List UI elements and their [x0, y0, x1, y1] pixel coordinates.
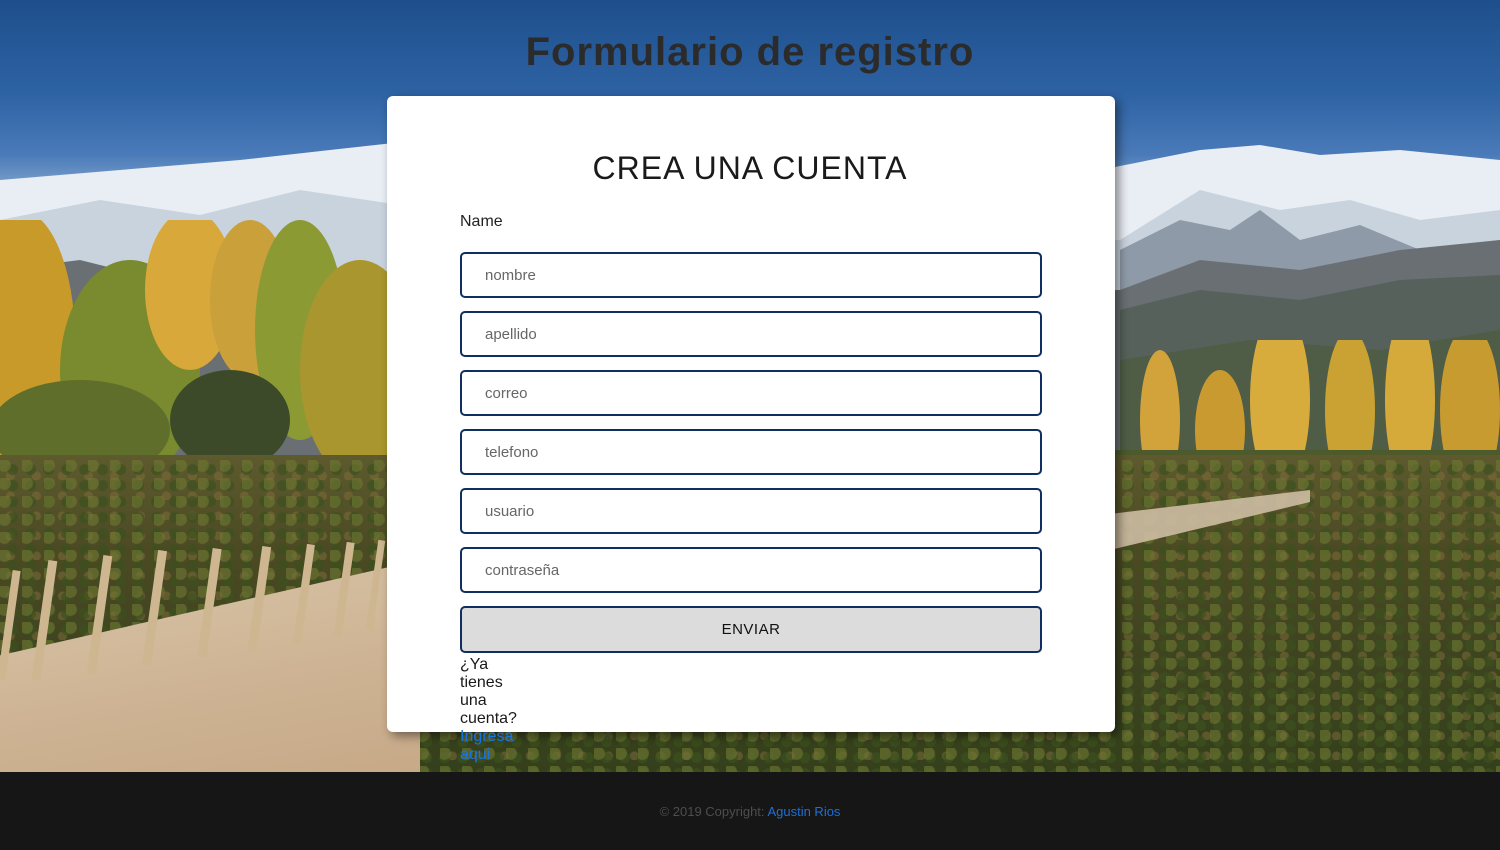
form-heading: CREA UNA CUENTA: [592, 150, 908, 186]
login-prompt-line: ¿Ya tienes una cuenta? Ingresa aqui: [460, 656, 517, 764]
usuario-input[interactable]: [460, 488, 1042, 534]
correo-input[interactable]: [460, 370, 1042, 416]
footer-copyright: © 2019 Copyright: Agustin Rios: [0, 804, 1500, 819]
login-link[interactable]: Ingresa aqui: [460, 728, 513, 763]
apellido-input[interactable]: [460, 311, 1042, 357]
author-link[interactable]: Agustin Rios: [767, 804, 840, 819]
enviar-button[interactable]: ENVIAR: [460, 606, 1042, 653]
copyright-text: © 2019 Copyright:: [659, 804, 765, 819]
trees-left: [0, 220, 420, 480]
name-label: Name: [460, 213, 503, 230]
telefono-input[interactable]: [460, 429, 1042, 475]
page-title: Formulario de registro: [525, 30, 975, 74]
login-prompt-text: ¿Ya tienes una cuenta?: [460, 656, 517, 727]
contrasena-input[interactable]: [460, 547, 1042, 593]
footer: © 2019 Copyright: Agustin Rios: [0, 772, 1500, 850]
vine-posts: [0, 540, 386, 681]
nombre-input[interactable]: [460, 252, 1042, 298]
